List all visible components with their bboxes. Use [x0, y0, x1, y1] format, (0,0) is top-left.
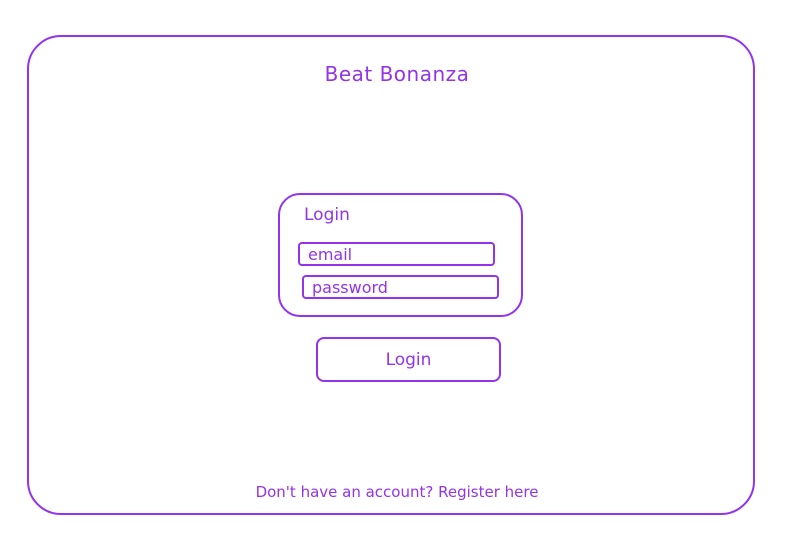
login-card: Login — [278, 193, 523, 317]
register-link[interactable]: Don't have an account? Register here — [0, 483, 794, 501]
password-field[interactable] — [302, 275, 499, 299]
email-field[interactable] — [298, 242, 495, 266]
app-title: Beat Bonanza — [324, 62, 470, 86]
login-card-title: Login — [304, 205, 350, 225]
login-button[interactable]: Login — [316, 337, 501, 382]
